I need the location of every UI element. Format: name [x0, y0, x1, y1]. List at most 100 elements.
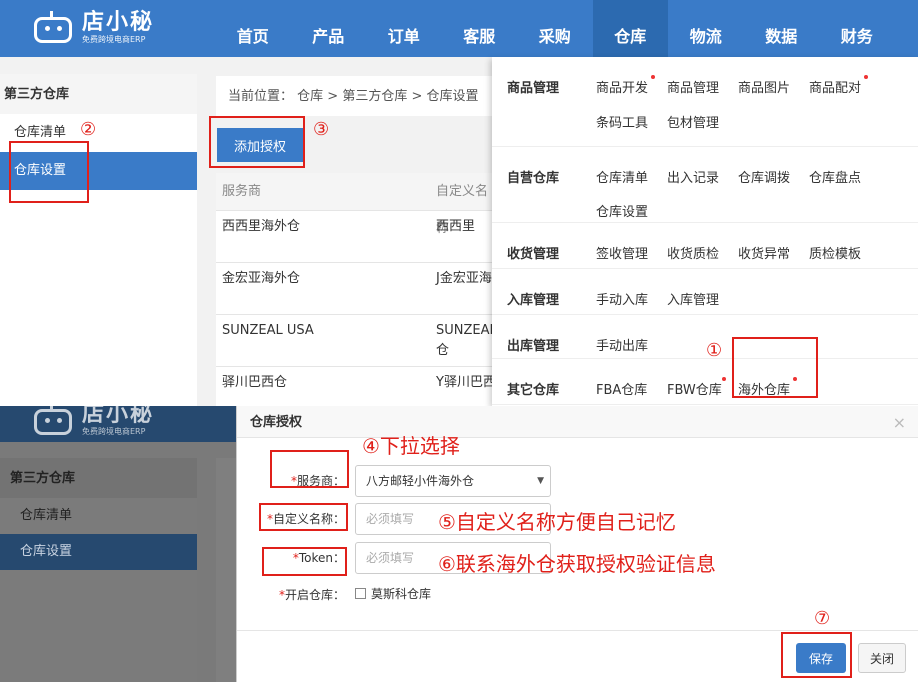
nav-item[interactable]: 仓库 — [592, 0, 668, 57]
breadcrumb-path: 仓库 > 第三方仓库 > 仓库设置 — [297, 89, 479, 104]
close-button[interactable]: 关闭 — [858, 643, 906, 673]
annotation-step-5: ⑤自定义名称方便自己记忆 — [438, 510, 676, 534]
cell-custom-name: 西西里 — [436, 219, 476, 234]
annotation-step-1: ① — [706, 340, 723, 361]
enable-warehouse-label: *开启仓库： — [278, 588, 345, 602]
enable-warehouse-row: *开启仓库： 莫斯科仓库 — [237, 579, 737, 611]
dropdown-link[interactable]: FBW仓库 — [667, 377, 738, 406]
app-logo[interactable]: 店小秘 免费跨境电商ERP — [30, 6, 180, 50]
nav-item[interactable]: 数据 — [744, 0, 820, 57]
dimmed-sidebar: 第三方仓库 仓库清单 仓库设置 — [0, 458, 197, 682]
sidebar-item-warehouse-list: 仓库清单 — [20, 508, 73, 523]
annotation-box-7 — [781, 632, 852, 678]
cell-custom-name: J金宏亚海 — [436, 271, 492, 286]
annotation-box-4 — [270, 450, 349, 488]
dropdown-group: 其它仓库 FBA仓库 FBW仓库 海外仓库 — [492, 359, 918, 405]
dropdown-group: 收货管理 签收管理 收货质检 收货异常 质检模板 — [492, 223, 918, 269]
annotation-step-6: ⑥联系海外仓获取授权验证信息 — [438, 552, 716, 576]
logo-name: 店小秘 — [82, 406, 155, 427]
new-dot-icon — [864, 75, 868, 79]
dropdown-link[interactable]: 仓库调拨 — [738, 167, 809, 201]
table-row: 金宏亚海外仓 J金宏亚海 — [216, 262, 496, 314]
table-row: 西西里海外仓 西西里 — [216, 210, 496, 262]
new-dot-icon — [722, 377, 726, 381]
nav-item[interactable]: 采购 — [517, 0, 593, 57]
dropdown-link[interactable]: 手动出库 — [596, 335, 667, 369]
dropdown-category: 入库管理 — [507, 293, 560, 308]
dropdown-category: 自营仓库 — [507, 171, 560, 186]
dropdown-link[interactable]: 商品配对 — [809, 75, 880, 111]
annotation-step-7: ⑦ — [814, 608, 831, 629]
dropdown-link[interactable]: 仓库设置 — [596, 201, 667, 235]
table-row: SUNZEAL USA SUNZEAL 仓 — [216, 314, 496, 366]
dropdown-link[interactable]: 商品开发 — [596, 75, 667, 111]
dropdown-link[interactable]: 包材管理 — [667, 112, 738, 146]
dropdown-link[interactable]: 收货异常 — [738, 243, 809, 277]
logo-name: 店小秘 — [82, 10, 155, 35]
annotation-step-4: ④下拉选择 — [362, 434, 460, 458]
dropdown-category: 其它仓库 — [507, 383, 560, 398]
dropdown-link[interactable]: 商品图片 — [738, 77, 809, 111]
modal-title: 仓库授权 — [237, 406, 918, 438]
dropdown-link[interactable]: 商品管理 — [667, 77, 738, 111]
auth-modal-screen: 店小秘 免费跨境电商ERP 第三方仓库 仓库清单 仓库设置 仓库授权 × *服务… — [0, 406, 918, 682]
dropdown-link[interactable]: 出入记录 — [667, 167, 738, 201]
dropdown-category: 收货管理 — [507, 247, 560, 262]
provider-selected-value: 八方邮轻小件海外仓 — [366, 474, 475, 488]
dropdown-link[interactable]: 签收管理 — [596, 243, 667, 277]
robot-logo-icon — [30, 406, 76, 437]
chevron-down-icon: ▼ — [537, 476, 544, 486]
dropdown-group: 商品管理 商品开发 商品管理 商品图片 商品配对 条码工具 包材管理 — [492, 57, 918, 147]
cell-provider: SUNZEAL USA — [222, 323, 314, 338]
dropdown-link[interactable]: 质检模板 — [809, 243, 880, 277]
nav-item[interactable]: 客服 — [442, 0, 518, 57]
warehouse-checkbox-label[interactable]: 莫斯科仓库 — [371, 579, 431, 609]
column-header-provider: 服务商 — [222, 184, 262, 199]
close-icon[interactable]: × — [893, 413, 906, 432]
cell-custom-name: SUNZEAL 仓 — [436, 323, 496, 358]
warehouse-table: 服务商 自定义名称 西西里海外仓 西西里金宏亚海外仓 J金宏亚海 SUNZEAL US… — [216, 173, 496, 406]
dropdown-link[interactable]: 条码工具 — [596, 112, 667, 146]
warehouse-page: 店小秘 免费跨境电商ERP 首页 产品 订单 客服 采购 仓库 物流 数据 财务 第三方仓库 仓… — [0, 0, 918, 406]
dropdown-link[interactable]: 入库管理 — [667, 289, 738, 323]
annotation-box-1 — [732, 337, 818, 398]
dimmed-logo: 店小秘 免费跨境电商ERP — [30, 406, 180, 442]
cell-custom-name: Y驿川巴西 — [436, 375, 496, 390]
warehouse-checkbox[interactable] — [355, 588, 366, 599]
dropdown-link[interactable]: 仓库盘点 — [809, 167, 880, 201]
main-nav: 首页 产品 订单 客服 采购 仓库 物流 数据 财务 — [215, 0, 895, 57]
nav-item[interactable]: 首页 — [215, 0, 291, 57]
nav-item[interactable]: 产品 — [291, 0, 367, 57]
column-header-custom-name: 自定义名称 — [436, 184, 489, 236]
annotation-box-3 — [209, 116, 305, 168]
cell-provider: 驿川巴西仓 — [222, 375, 288, 390]
cell-provider: 西西里海外仓 — [222, 219, 301, 234]
top-navbar: 店小秘 免费跨境电商ERP 首页 产品 订单 客服 采购 仓库 物流 数据 财务 — [0, 0, 918, 57]
dropdown-link[interactable]: 手动入库 — [596, 289, 667, 323]
logo-tagline: 免费跨境电商ERP — [82, 35, 146, 44]
dropdown-link[interactable]: 仓库清单 — [596, 167, 667, 201]
dropdown-group: 自营仓库 仓库清单 出入记录 仓库调拨 仓库盘点 仓库设置 — [492, 147, 918, 223]
sidebar-item-warehouse-settings: 仓库设置 — [0, 534, 197, 570]
annotation-step-3: ③ — [313, 119, 330, 140]
dropdown-link[interactable]: FBA仓库 — [596, 379, 667, 406]
robot-logo-icon — [30, 11, 76, 45]
sidebar-title: 第三方仓库 — [0, 74, 197, 114]
provider-select[interactable]: 八方邮轻小件海外仓 ▼ — [355, 465, 551, 497]
annotation-box-5 — [259, 503, 348, 531]
warehouse-dropdown-menu: 商品管理 商品开发 商品管理 商品图片 商品配对 条码工具 包材管理 自营仓库 仓库清单 出入记录… — [492, 57, 918, 406]
nav-item[interactable]: 财务 — [819, 0, 895, 57]
nav-item[interactable]: 物流 — [668, 0, 744, 57]
cell-provider: 金宏亚海外仓 — [222, 271, 301, 286]
dropdown-category: 商品管理 — [507, 81, 560, 96]
dropdown-link[interactable]: 收货质检 — [667, 243, 738, 277]
annotation-step-2: ② — [80, 119, 97, 140]
breadcrumb: 当前位置： 仓库 > 第三方仓库 > 仓库设置 — [216, 76, 496, 116]
nav-item[interactable]: 订单 — [366, 0, 442, 57]
table-row: 驿川巴西仓 Y驿川巴西 — [216, 366, 496, 406]
dropdown-category: 出库管理 — [507, 339, 560, 354]
sidebar: 第三方仓库 仓库清单 仓库设置 — [0, 74, 197, 406]
breadcrumb-prefix: 当前位置： — [228, 89, 294, 104]
annotation-box-2 — [9, 141, 89, 203]
new-dot-icon — [651, 75, 655, 79]
